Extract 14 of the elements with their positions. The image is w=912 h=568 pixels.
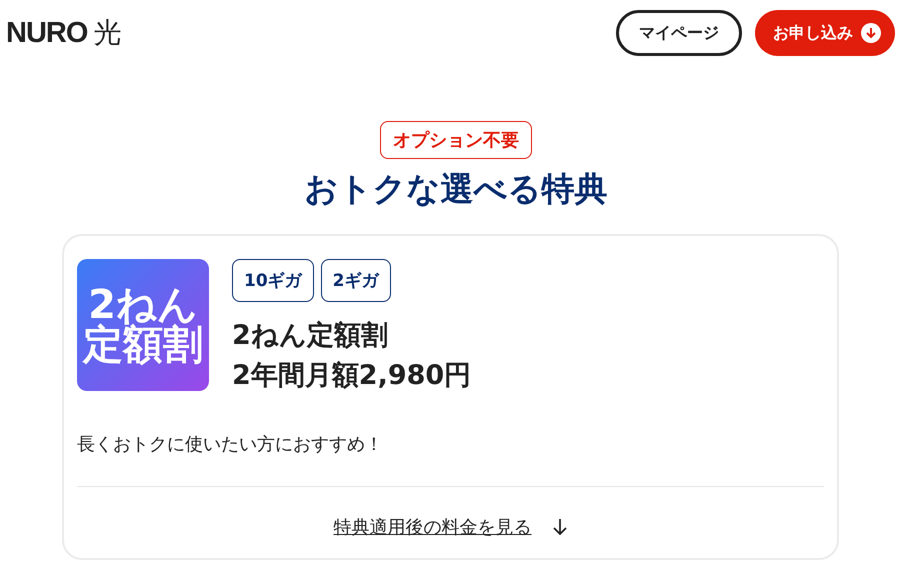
option-badge: オプション不要: [380, 121, 532, 159]
plan-logo-icon: 2ねん 定額割: [77, 259, 209, 391]
logo-text: 光: [93, 15, 122, 51]
plan-title: 2ねん定額割: [232, 319, 389, 353]
apply-button[interactable]: お申し込み: [755, 10, 895, 56]
mypage-button[interactable]: マイページ: [616, 10, 742, 56]
down-arrow-icon: [552, 518, 568, 536]
logo-text: NURO: [6, 17, 88, 50]
plan-title: 2年間月額2,980円: [232, 359, 472, 393]
section-title: おトクな選べる特典: [304, 168, 608, 210]
speed-tag: 10ギガ: [232, 259, 314, 302]
speed-tag: 2ギガ: [320, 259, 391, 302]
plan-description: 長くおトクに使いたい方におすすめ！: [77, 433, 384, 456]
price-link[interactable]: 特典適用後の料金を見る: [334, 515, 532, 539]
